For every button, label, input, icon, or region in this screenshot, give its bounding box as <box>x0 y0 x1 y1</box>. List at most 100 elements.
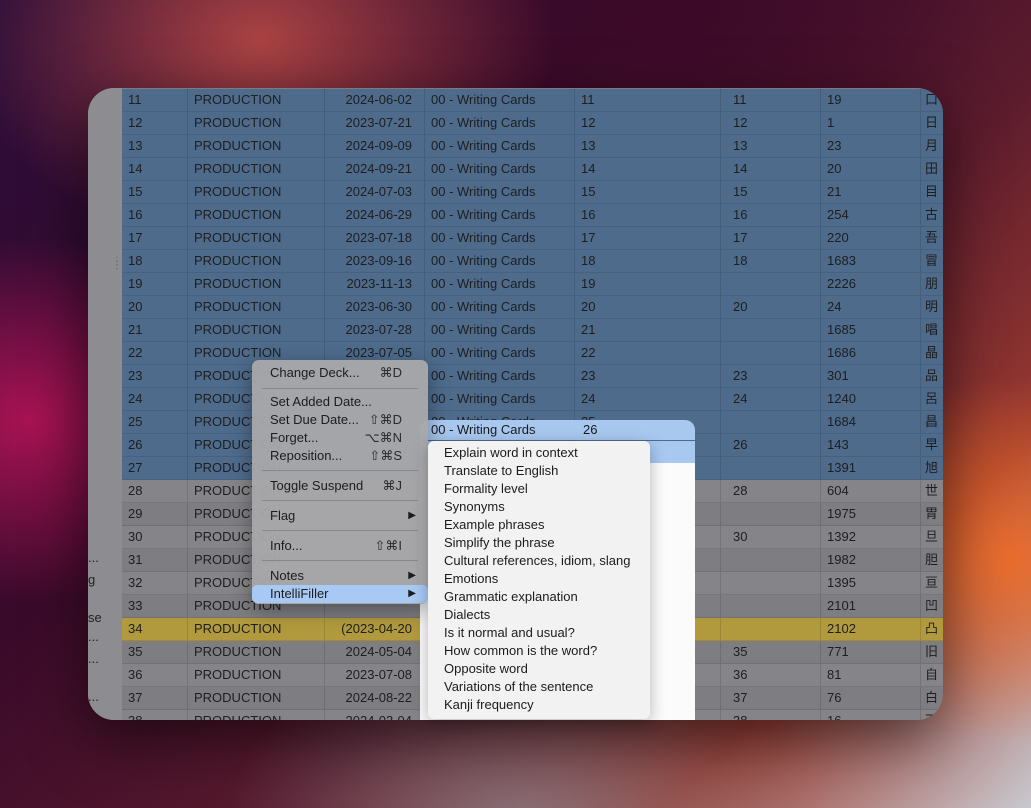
table-cell: 28 <box>122 480 188 502</box>
table-cell: 604 <box>821 480 921 502</box>
table-cell: 2101 <box>821 595 921 617</box>
menu-item-toggle-suspend[interactable]: Toggle Suspend ⌘J <box>252 477 428 495</box>
table-row[interactable]: 21 PRODUCTION 2023-07-28 00 - Writing Cards… <box>122 319 943 342</box>
table-cell: 1684 <box>821 411 921 433</box>
table-cell: 19 <box>122 273 188 295</box>
submenu-item-variations-sentence[interactable]: Variations of the sentence <box>444 678 593 696</box>
table-cell: 12 <box>575 112 721 134</box>
table-cell: PRODUCTION <box>188 641 325 663</box>
table-cell: PRODUCTION <box>188 250 325 272</box>
table-cell: PRODUCTION <box>188 319 325 341</box>
submenu-arrow-icon: ▶ <box>408 570 416 581</box>
table-cell: 30 <box>721 526 821 548</box>
sidebar-item-fragment[interactable]: g <box>88 572 95 587</box>
table-row[interactable]: 16 PRODUCTION 2024-06-29 00 - Writing Cards… <box>122 204 943 227</box>
submenu-item-grammatic-explanation[interactable]: Grammatic explanation <box>444 588 578 606</box>
submenu-item-explain-word[interactable]: Explain word in context <box>444 444 578 462</box>
table-cell: 00 - Writing Cards <box>425 296 575 318</box>
table-cell <box>721 618 821 640</box>
table-cell: 17 <box>721 227 821 249</box>
menu-item-change-deck[interactable]: Change Deck... ⌘D <box>252 364 428 382</box>
submenu-item-opposite-word[interactable]: Opposite word <box>444 660 528 678</box>
table-cell: 254 <box>821 204 921 226</box>
table-row[interactable]: 22 PRODUCTION 2023-07-05 00 - Writing Cards… <box>122 342 943 365</box>
menu-item-set-due-date[interactable]: Set Due Date... ⇧⌘D <box>252 411 428 429</box>
table-cell: 31 <box>122 549 188 571</box>
menu-item-reposition[interactable]: Reposition... ⇧⌘S <box>252 447 428 465</box>
table-row[interactable]: 11 PRODUCTION 2024-06-02 00 - Writing Cards… <box>122 89 943 112</box>
table-cell: 古 <box>925 207 939 222</box>
table-row[interactable]: 17 PRODUCTION 2023-07-18 00 - Writing Cards… <box>122 227 943 250</box>
table-row[interactable]: 18 PRODUCTION 2023-09-16 00 - Writing Cards… <box>122 250 943 273</box>
menu-item-flag[interactable]: Flag ▶ <box>252 507 428 525</box>
table-cell: 30 <box>122 526 188 548</box>
table-cell: 品 <box>925 368 939 383</box>
table-cell: 1686 <box>821 342 921 364</box>
sidebar-item-fragment[interactable]: ... <box>88 629 99 644</box>
submenu-item-normal-usual[interactable]: Is it normal and usual? <box>444 624 575 642</box>
sidebar-item-fragment[interactable]: se <box>88 610 102 625</box>
table-cell: 11 <box>122 89 188 111</box>
table-row[interactable]: 23 PRODUCTION 00 - Writing Cards 23 23 301 品 <box>122 365 943 388</box>
table-cell <box>721 411 821 433</box>
table-cell: 143 <box>821 434 921 456</box>
table-cell: 00 - Writing Cards <box>431 422 536 437</box>
table-cell: PRODUCTION <box>188 181 325 203</box>
table-cell: 11 <box>721 89 821 111</box>
table-cell: 27 <box>122 457 188 479</box>
table-cell: 00 - Writing Cards <box>425 112 575 134</box>
table-row[interactable]: 24 PRODUCTION 00 - Writing Cards 24 24 1240 呂 <box>122 388 943 411</box>
submenu-item-kanji-frequency[interactable]: Kanji frequency <box>444 696 534 714</box>
submenu-item-example-phrases[interactable]: Example phrases <box>444 516 544 534</box>
table-cell: 12 <box>122 112 188 134</box>
table-cell: PRODUCTION <box>188 296 325 318</box>
submenu-item-synonyms[interactable]: Synonyms <box>444 498 505 516</box>
table-cell: 朋 <box>925 276 939 291</box>
sidebar-item-fragment[interactable]: ... <box>88 689 99 704</box>
table-cell: 00 - Writing Cards <box>425 319 575 341</box>
table-cell: 00 - Writing Cards <box>425 273 575 295</box>
table-cell: 胃 <box>925 506 939 521</box>
table-cell: 21 <box>122 319 188 341</box>
table-row[interactable]: 20 PRODUCTION 2023-06-30 00 - Writing Cards… <box>122 296 943 319</box>
table-row[interactable]: 19 PRODUCTION 2023-11-13 00 - Writing Cards… <box>122 273 943 296</box>
table-row[interactable]: 13 PRODUCTION 2024-09-09 00 - Writing Cards… <box>122 135 943 158</box>
submenu-item-dialects[interactable]: Dialects <box>444 606 490 624</box>
table-row[interactable]: 12 PRODUCTION 2023-07-21 00 - Writing Cards… <box>122 112 943 135</box>
table-cell <box>721 503 821 525</box>
table-cell: PRODUCTION <box>188 112 325 134</box>
table-cell: 00 - Writing Cards <box>425 227 575 249</box>
table-cell: 17 <box>122 227 188 249</box>
menu-item-forget[interactable]: Forget... ⌥⌘N <box>252 429 428 447</box>
menu-item-set-added-date[interactable]: Set Added Date... <box>252 393 428 411</box>
table-cell: 16 <box>821 710 921 720</box>
table-cell: 1975 <box>821 503 921 525</box>
submenu-item-cultural-references[interactable]: Cultural references, idiom, slang <box>444 552 630 570</box>
table-cell: 目 <box>925 184 939 199</box>
table-cell: 2023-07-18 <box>325 227 425 249</box>
table-cell: PRODUCTION <box>188 273 325 295</box>
submenu-item-simplify-phrase[interactable]: Simplify the phrase <box>444 534 555 552</box>
sidebar-item-fragment[interactable]: ... <box>88 550 99 565</box>
table-cell: 19 <box>575 273 721 295</box>
table-cell: 21 <box>821 181 921 203</box>
submenu-item-formality-level[interactable]: Formality level <box>444 480 528 498</box>
table-cell: 2024-09-09 <box>325 135 425 157</box>
submenu-item-emotions[interactable]: Emotions <box>444 570 498 588</box>
submenu-item-how-common[interactable]: How common is the word? <box>444 642 597 660</box>
table-cell: 22 <box>575 342 721 364</box>
table-cell: 22 <box>122 342 188 364</box>
menu-item-notes[interactable]: Notes ▶ <box>252 567 428 585</box>
hovered-row[interactable]: 00 - Writing Cards 26 <box>420 420 695 440</box>
table-row[interactable]: 14 PRODUCTION 2024-09-21 00 - Writing Cards… <box>122 158 943 181</box>
table-cell: 37 <box>122 687 188 709</box>
table-cell: 2023-07-28 <box>325 319 425 341</box>
submenu-item-translate-english[interactable]: Translate to English <box>444 462 558 480</box>
table-row[interactable]: 15 PRODUCTION 2024-07-03 00 - Writing Cards… <box>122 181 943 204</box>
splitter-handle[interactable]: ⋮ ⋮ <box>112 257 122 271</box>
table-cell: 2023-09-16 <box>325 250 425 272</box>
menu-item-info[interactable]: Info... ⇧⌘I <box>252 537 428 555</box>
sidebar-item-fragment[interactable]: ... <box>88 651 99 666</box>
menu-item-intellifiller[interactable]: IntelliFiller ▶ <box>252 585 428 603</box>
table-cell: PRODUCTION <box>188 227 325 249</box>
